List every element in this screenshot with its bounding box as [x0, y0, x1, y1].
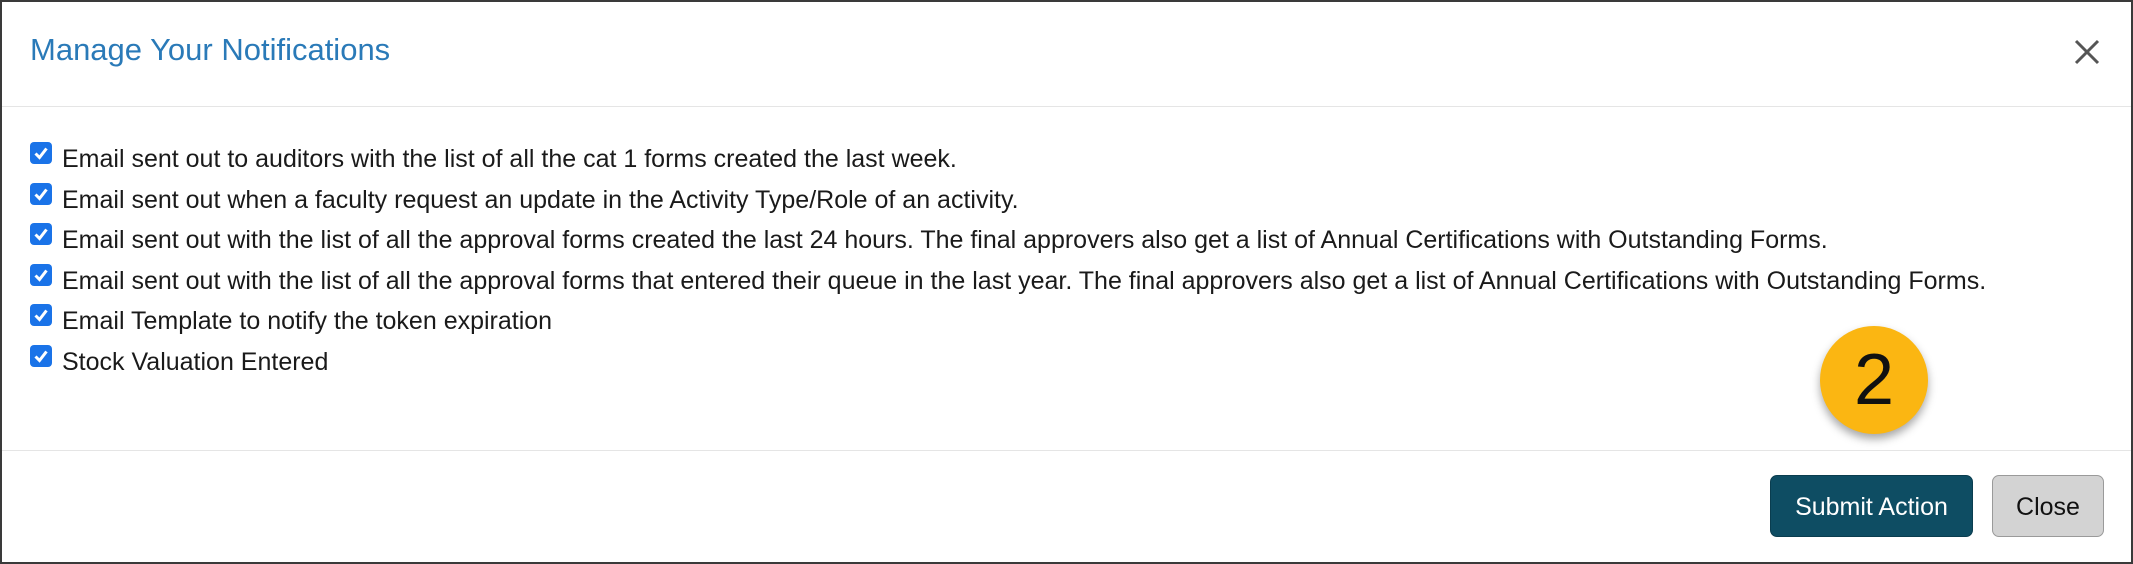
modal-title: Manage Your Notifications	[30, 32, 391, 67]
notification-checkbox[interactable]	[30, 344, 52, 367]
notification-checkbox[interactable]	[30, 142, 52, 164]
modal-body: Email sent out to auditors with the list…	[2, 107, 2131, 451]
notification-checkbox[interactable]	[30, 304, 52, 326]
close-icon[interactable]	[2067, 32, 2107, 72]
notification-label: Stock Valuation Entered	[62, 347, 329, 376]
notification-checkbox[interactable]	[30, 223, 52, 245]
step-badge: 2	[1820, 326, 1928, 434]
notification-label: Email sent out when a faculty request an…	[62, 185, 1019, 214]
notification-label: Email Template to notify the token expir…	[62, 307, 553, 335]
close-button[interactable]: Close	[1992, 475, 2104, 537]
notification-item: Email sent out when a faculty request an…	[30, 180, 2070, 221]
notification-label: Email sent out to auditors with the list…	[62, 145, 957, 173]
notification-label: Email sent out with the list of all the …	[62, 266, 1987, 295]
notification-list: Email sent out to auditors with the list…	[30, 139, 2070, 382]
notification-item: Email sent out with the list of all the …	[30, 220, 2070, 261]
notification-item: Email sent out with the list of all the …	[30, 261, 2070, 302]
notification-checkbox[interactable]	[30, 182, 52, 205]
modal-header: Manage Your Notifications	[2, 2, 2131, 107]
notification-item: Email sent out to auditors with the list…	[30, 139, 2070, 180]
notification-item: Email Template to notify the token expir…	[30, 301, 2070, 342]
notification-label: Email sent out with the list of all the …	[62, 226, 1828, 254]
notification-item: Stock Valuation Entered	[30, 342, 2070, 383]
submit-action-button[interactable]: Submit Action	[1770, 475, 1973, 537]
notification-checkbox[interactable]	[30, 263, 52, 286]
notifications-modal: Manage Your Notifications Email sent out…	[0, 0, 2133, 564]
